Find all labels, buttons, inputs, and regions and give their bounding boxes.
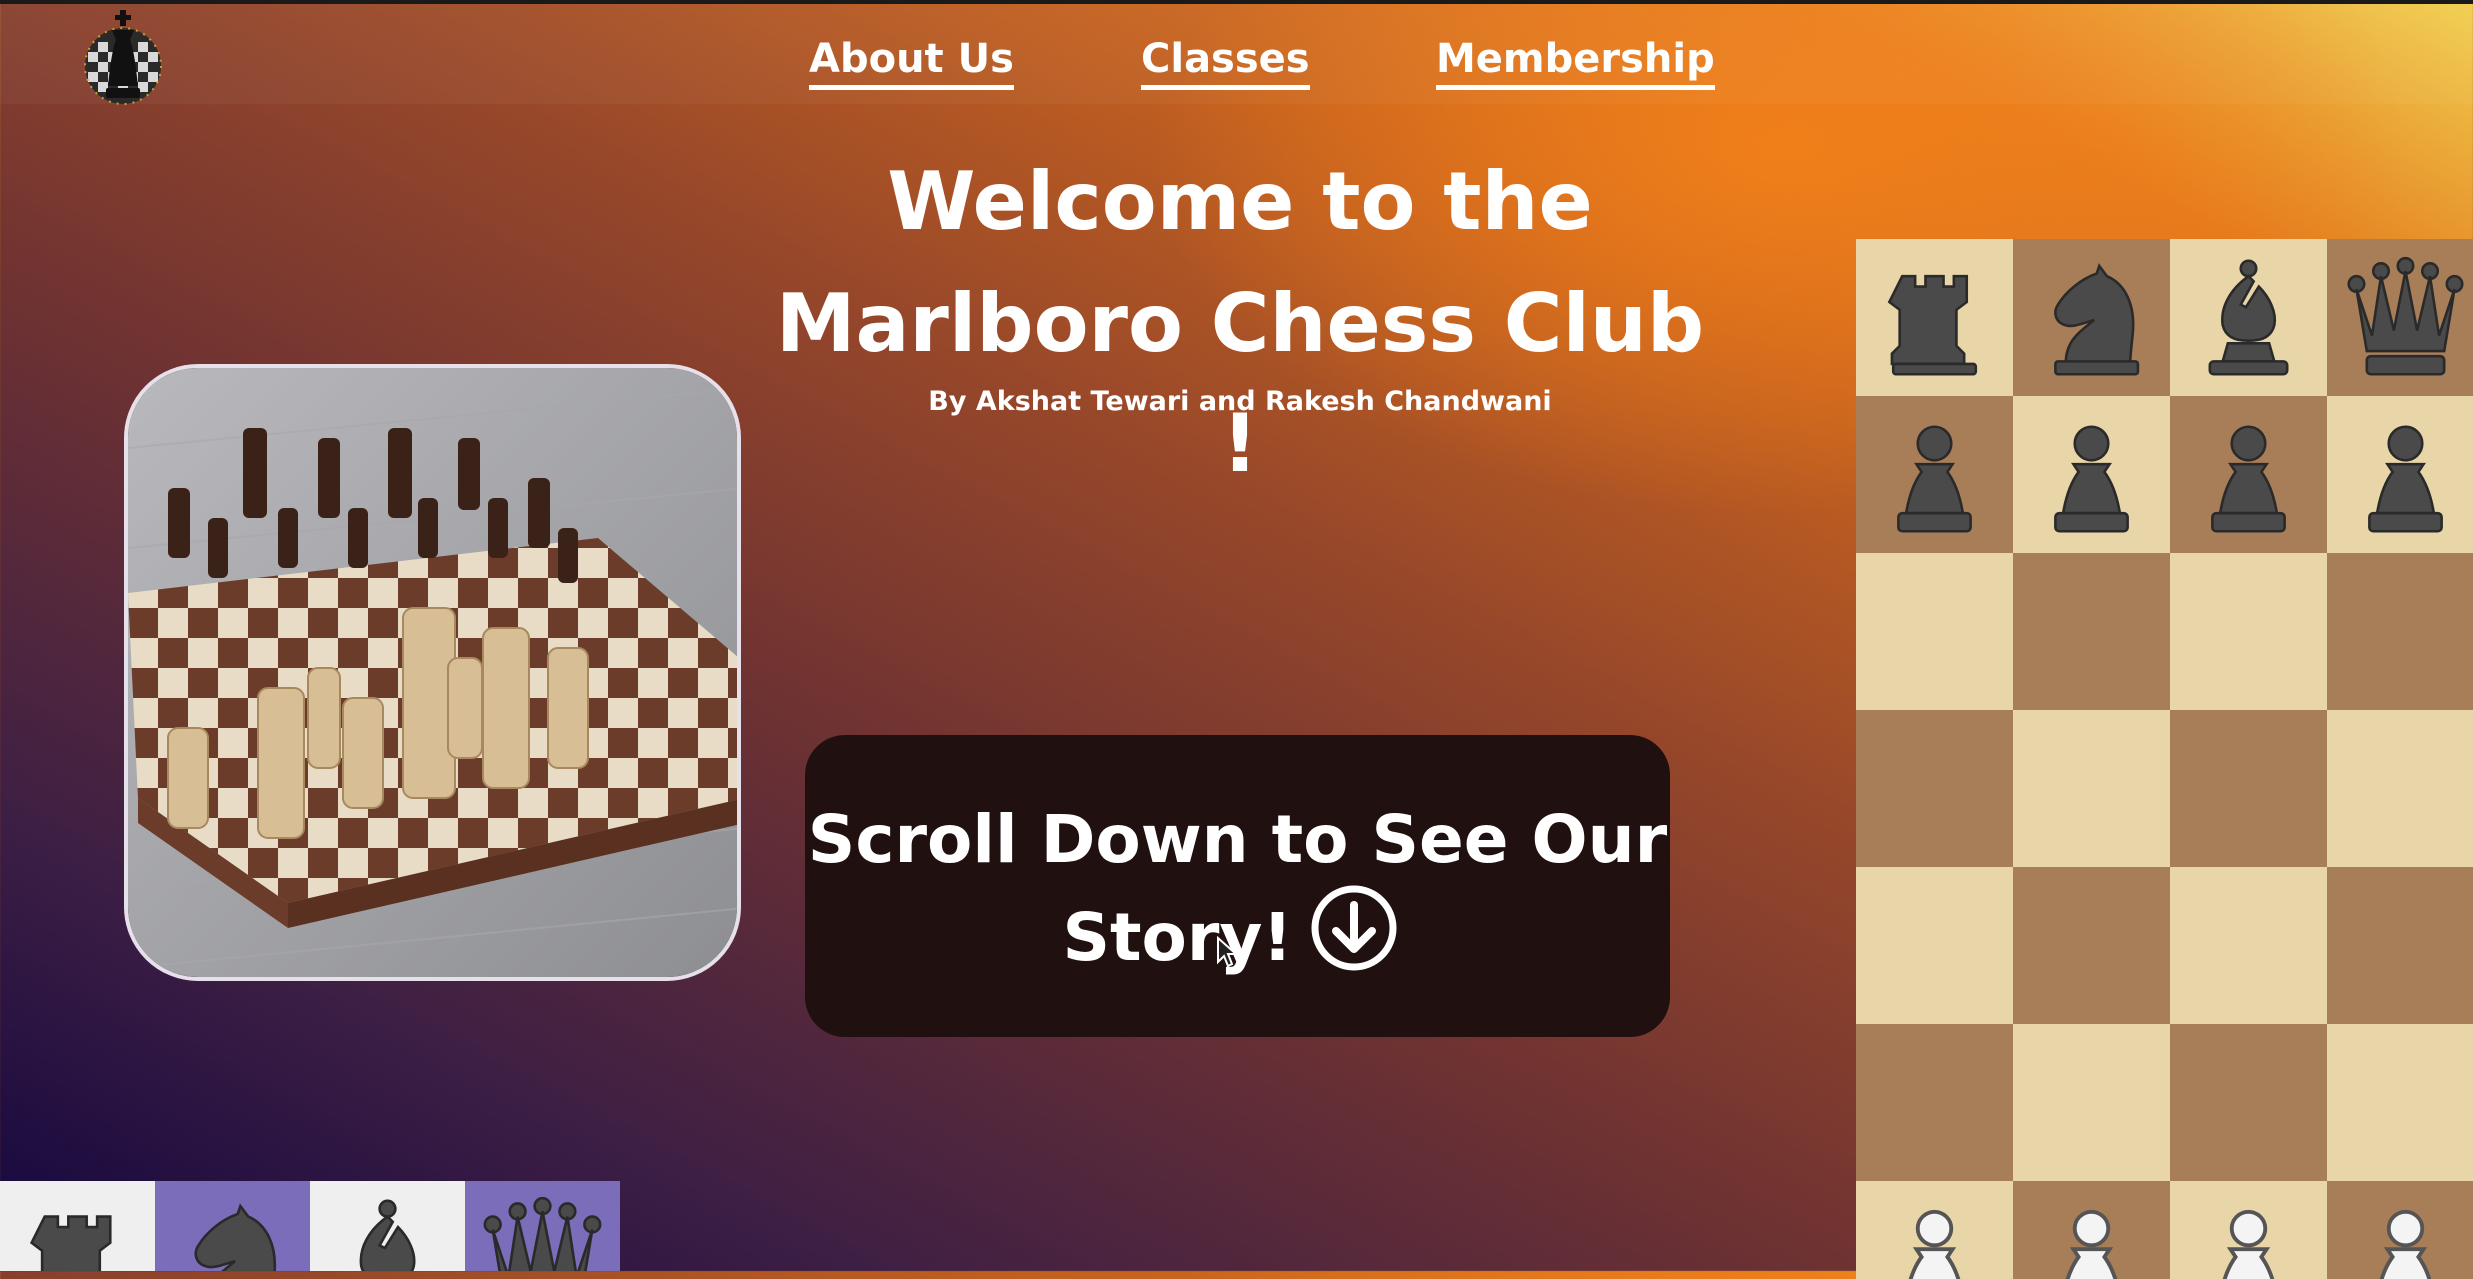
board-square: [2327, 396, 2473, 553]
black-knight-icon: [2027, 253, 2156, 382]
board-square: [2170, 396, 2327, 553]
board-square: [1856, 1181, 2013, 1279]
hero-title-line-2: Marlboro Chess Club !: [775, 277, 1705, 490]
board-square: [1856, 396, 2013, 553]
white-pawn-icon: [2341, 1195, 2470, 1279]
strip-square: [465, 1181, 620, 1271]
board-square: [2170, 867, 2327, 1024]
black-pawn-icon: [2341, 410, 2470, 539]
board-square: [2170, 1181, 2327, 1279]
board-square: [1856, 867, 2013, 1024]
black-pawn-icon: [2027, 410, 2156, 539]
board-square: [2013, 553, 2170, 710]
nav-link-classes[interactable]: Classes: [1141, 37, 1310, 90]
mouse-cursor-icon: [1217, 936, 1238, 968]
black-knight-icon: [167, 1193, 298, 1271]
board-square: [2013, 710, 2170, 867]
board-square: [1856, 553, 2013, 710]
board-square: [2013, 1181, 2170, 1279]
cta-text-line-2: Story!: [1062, 899, 1293, 976]
bottom-piece-strip: [0, 1181, 620, 1271]
board-square: [2327, 867, 2473, 1024]
black-pawn-icon: [2184, 410, 2313, 539]
board-square: [2327, 1024, 2473, 1181]
chess-board-photo-illustration: [128, 368, 737, 977]
hero-title-line-1: Welcome to the: [887, 155, 1593, 248]
nav-link-membership[interactable]: Membership: [1436, 37, 1715, 90]
board-square: [2327, 239, 2473, 396]
chess-board-decoration: [1856, 239, 2473, 1279]
board-square: [2170, 553, 2327, 710]
board-square: [2170, 710, 2327, 867]
scroll-down-button[interactable]: Scroll Down to See Our Story!: [805, 735, 1670, 1037]
white-pawn-icon: [2184, 1195, 2313, 1279]
board-square: [2013, 239, 2170, 396]
hero-subtitle: By Akshat Tewari and Rakesh Chandwani: [928, 386, 1552, 417]
white-pawn-icon: [1870, 1195, 1999, 1279]
cta-text-line-1: Scroll Down to See Our: [807, 801, 1668, 878]
board-square: [1856, 239, 2013, 396]
board-square: [2170, 239, 2327, 396]
arrow-down-circle-icon: [1311, 885, 1397, 971]
nav-link-about-us[interactable]: About Us: [809, 37, 1014, 90]
strip-square: [155, 1181, 310, 1271]
board-square: [2170, 1024, 2327, 1181]
black-rook-icon: [12, 1193, 143, 1271]
board-square: [1856, 1024, 2013, 1181]
black-bishop-icon: [322, 1193, 453, 1271]
top-navigation-bar: About Us Classes Membership: [0, 0, 2473, 105]
black-queen-icon: [2341, 253, 2470, 382]
board-square: [2327, 1181, 2473, 1279]
board-square: [2013, 1024, 2170, 1181]
board-square: [2327, 710, 2473, 867]
black-pawn-icon: [1870, 410, 1999, 539]
board-square: [2013, 867, 2170, 1024]
chess-king-logo-icon[interactable]: [82, 8, 164, 108]
board-square: [2013, 396, 2170, 553]
board-square: [1856, 710, 2013, 867]
white-pawn-icon: [2027, 1195, 2156, 1279]
strip-square: [0, 1181, 155, 1271]
chess-photo: [124, 364, 741, 981]
strip-square: [310, 1181, 465, 1271]
black-queen-icon: [477, 1193, 608, 1271]
black-bishop-icon: [2184, 253, 2313, 382]
black-rook-icon: [1870, 253, 1999, 382]
board-square: [2327, 553, 2473, 710]
